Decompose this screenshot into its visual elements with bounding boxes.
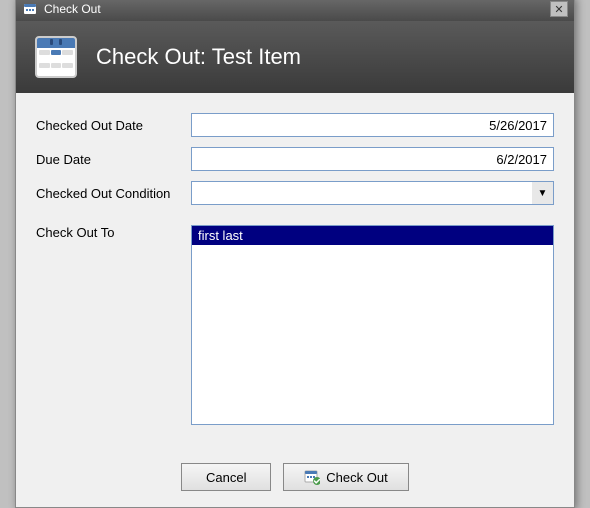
calendar-pin-right bbox=[59, 39, 62, 45]
checkout-button-icon bbox=[304, 469, 320, 485]
due-date-label: Due Date bbox=[36, 152, 191, 167]
spacer bbox=[36, 215, 554, 225]
due-date-input[interactable] bbox=[191, 147, 554, 171]
cancel-button[interactable]: Cancel bbox=[181, 463, 271, 491]
checkout-button[interactable]: Check Out bbox=[283, 463, 408, 491]
checkout-to-list[interactable]: first last bbox=[191, 225, 554, 425]
checked-out-date-label: Checked Out Date bbox=[36, 118, 191, 133]
calendar-pin-left bbox=[50, 39, 53, 45]
title-bar-left: Check Out bbox=[22, 1, 101, 17]
condition-dropdown-wrapper: Good Fair Poor ▼ bbox=[191, 181, 554, 205]
title-bar-text: Check Out bbox=[44, 2, 101, 16]
checkout-to-selected-item[interactable]: first last bbox=[192, 226, 553, 245]
due-date-row: Due Date bbox=[36, 147, 554, 171]
condition-select[interactable]: Good Fair Poor bbox=[191, 181, 554, 205]
cal-cell bbox=[39, 63, 50, 68]
calendar-icon bbox=[35, 36, 77, 78]
header-icon bbox=[32, 33, 80, 81]
check-out-to-row: Check Out To first last bbox=[36, 225, 554, 425]
cal-cell bbox=[39, 50, 50, 55]
button-row: Cancel Check Out bbox=[16, 451, 574, 507]
cal-cell bbox=[62, 63, 73, 68]
checked-out-date-row: Checked Out Date bbox=[36, 113, 554, 137]
checkout-label: Check Out bbox=[326, 470, 387, 485]
close-button[interactable]: ✕ bbox=[550, 1, 568, 17]
cal-cell bbox=[62, 50, 73, 55]
cancel-label: Cancel bbox=[206, 470, 246, 485]
header-bar: Check Out: Test Item bbox=[16, 21, 574, 93]
checked-out-date-input[interactable] bbox=[191, 113, 554, 137]
close-icon: ✕ bbox=[554, 3, 563, 16]
cal-cell-today bbox=[51, 50, 62, 55]
cal-cell bbox=[51, 63, 62, 68]
title-bar: Check Out ✕ bbox=[16, 0, 574, 21]
checked-out-condition-label: Checked Out Condition bbox=[36, 186, 191, 201]
window-icon bbox=[22, 1, 38, 17]
form-content: Checked Out Date Due Date Checked Out Co… bbox=[16, 93, 574, 451]
check-out-to-label: Check Out To bbox=[36, 225, 191, 240]
check-out-window: Check Out ✕ Check bbox=[15, 0, 575, 508]
checked-out-condition-row: Checked Out Condition Good Fair Poor ▼ bbox=[36, 181, 554, 205]
header-title: Check Out: Test Item bbox=[96, 44, 301, 70]
calendar-top bbox=[37, 38, 75, 48]
calendar-body bbox=[37, 48, 75, 76]
